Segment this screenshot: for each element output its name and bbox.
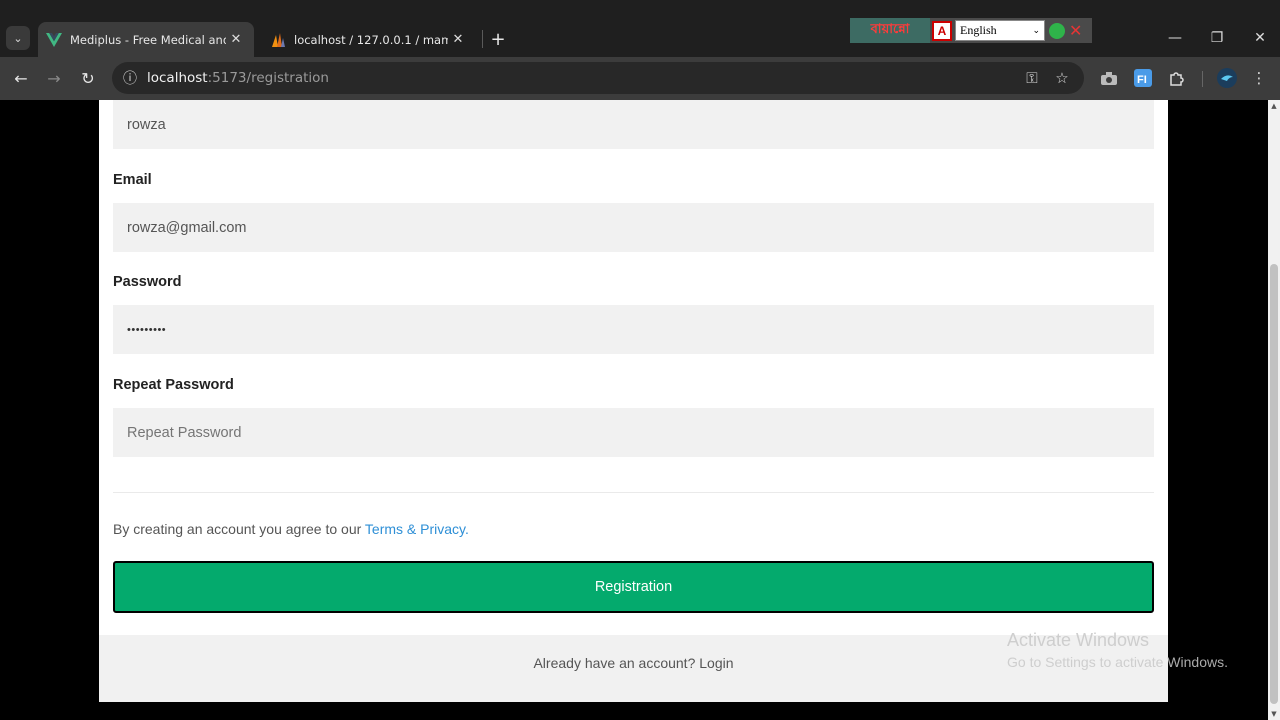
- watermark-subtitle: Go to Settings to activate Windows.: [1007, 654, 1228, 670]
- vue-logo-icon: [46, 32, 62, 48]
- page-viewport: rowza Email rowza@gmail.com Password •••…: [0, 100, 1268, 720]
- camera-icon[interactable]: [1098, 67, 1120, 89]
- login-link[interactable]: Login: [699, 655, 733, 671]
- password-key-icon[interactable]: ⚿: [1022, 68, 1042, 88]
- language-select[interactable]: English ⌄: [955, 20, 1045, 41]
- email-input[interactable]: rowza@gmail.com: [113, 203, 1154, 252]
- extension-fi-icon[interactable]: FI: [1132, 67, 1154, 89]
- forward-arrow-icon[interactable]: →: [41, 65, 67, 91]
- name-input[interactable]: rowza: [113, 100, 1154, 149]
- site-info-icon[interactable]: ⓘ: [120, 68, 140, 88]
- tab-strip: ⌄ Mediplus - Free Medical and Do ✕ local…: [0, 0, 1280, 57]
- more-menu-icon[interactable]: ⋮: [1248, 67, 1270, 89]
- repeat-password-input[interactable]: Repeat Password: [113, 408, 1154, 457]
- tab-title: localhost / 127.0.0.1 / mamu_ap: [294, 32, 448, 47]
- registration-button[interactable]: Registration: [113, 561, 1154, 613]
- url-path: :5173/registration: [207, 70, 329, 86]
- toolbar-separator: [1202, 71, 1203, 87]
- reload-icon[interactable]: ↻: [75, 65, 101, 91]
- tab-title: Mediplus - Free Medical and Do: [70, 32, 226, 47]
- registration-form: rowza Email rowza@gmail.com Password •••…: [99, 100, 1168, 702]
- email-label: Email: [113, 172, 152, 188]
- tab-phpmyadmin[interactable]: localhost / 127.0.0.1 / mamu_ap ✕: [262, 22, 476, 57]
- extensions-puzzle-icon[interactable]: [1166, 67, 1188, 89]
- language-value: English: [960, 23, 997, 37]
- bookmark-star-icon[interactable]: ☆: [1052, 68, 1072, 88]
- form-divider: [113, 492, 1154, 493]
- svg-text:FI: FI: [1137, 74, 1147, 86]
- repeat-password-label: Repeat Password: [113, 377, 234, 393]
- page-scrollbar[interactable]: ▲ ▼: [1268, 100, 1280, 720]
- terms-privacy-link[interactable]: Terms & Privacy.: [365, 521, 469, 537]
- terms-notice-text: By creating an account you agree to our: [113, 521, 362, 537]
- phpmyadmin-icon: [270, 32, 286, 48]
- language-extension-bar: বায়ান্নো A English ⌄ ✕: [850, 18, 1092, 43]
- watermark-title: Activate Windows: [1007, 630, 1150, 650]
- tab-search-button[interactable]: ⌄: [6, 26, 30, 50]
- browser-toolbar: ← → ↻ ⓘ localhost:5173/registration ⚿ ☆ …: [0, 57, 1280, 100]
- tab-separator: [482, 30, 483, 48]
- chevron-down-icon: ⌄: [1032, 25, 1040, 36]
- new-tab-button[interactable]: +: [487, 28, 509, 50]
- profile-avatar-icon[interactable]: [1216, 67, 1238, 89]
- password-input[interactable]: •••••••••: [113, 305, 1154, 354]
- url-host: localhost: [147, 70, 208, 86]
- close-icon[interactable]: ✕: [448, 30, 468, 50]
- signin-question: Already have an account?: [533, 655, 696, 671]
- scroll-down-arrow-icon[interactable]: ▼: [1268, 708, 1280, 720]
- pdf-icon[interactable]: A: [932, 20, 952, 41]
- back-arrow-icon[interactable]: ←: [8, 65, 34, 91]
- scroll-up-arrow-icon[interactable]: ▲: [1268, 100, 1280, 112]
- windows-activation-watermark: Activate Windows Go to Settings to activ…: [1007, 630, 1228, 670]
- close-icon[interactable]: ✕: [226, 30, 246, 50]
- tab-mediplus[interactable]: Mediplus - Free Medical and Do ✕: [38, 22, 254, 57]
- status-on-icon[interactable]: [1049, 22, 1065, 39]
- address-bar[interactable]: ⓘ localhost:5173/registration ⚿ ☆: [112, 62, 1084, 94]
- terms-notice: By creating an account you agree to our …: [113, 521, 469, 537]
- close-extension-icon[interactable]: ✕: [1069, 21, 1082, 40]
- scrollbar-thumb[interactable]: [1270, 264, 1278, 704]
- bangla-keyboard-button[interactable]: বায়ান্নো: [850, 18, 930, 43]
- restore-button[interactable]: ❐: [1202, 26, 1232, 50]
- window-close-button[interactable]: ✕: [1245, 26, 1275, 50]
- url-text[interactable]: localhost:5173/registration: [147, 70, 329, 86]
- minimize-button[interactable]: —: [1160, 26, 1190, 50]
- password-label: Password: [113, 274, 182, 290]
